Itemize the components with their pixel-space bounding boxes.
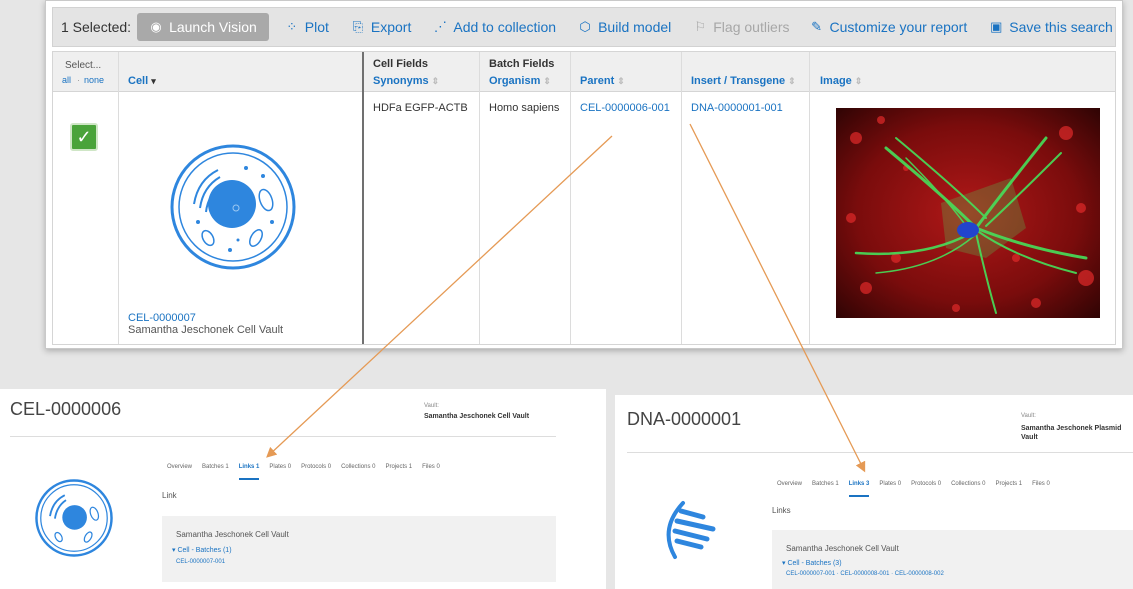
parent-arrow xyxy=(266,135,613,458)
annotation-arrows xyxy=(266,123,866,473)
transgene-arrow xyxy=(689,123,866,473)
